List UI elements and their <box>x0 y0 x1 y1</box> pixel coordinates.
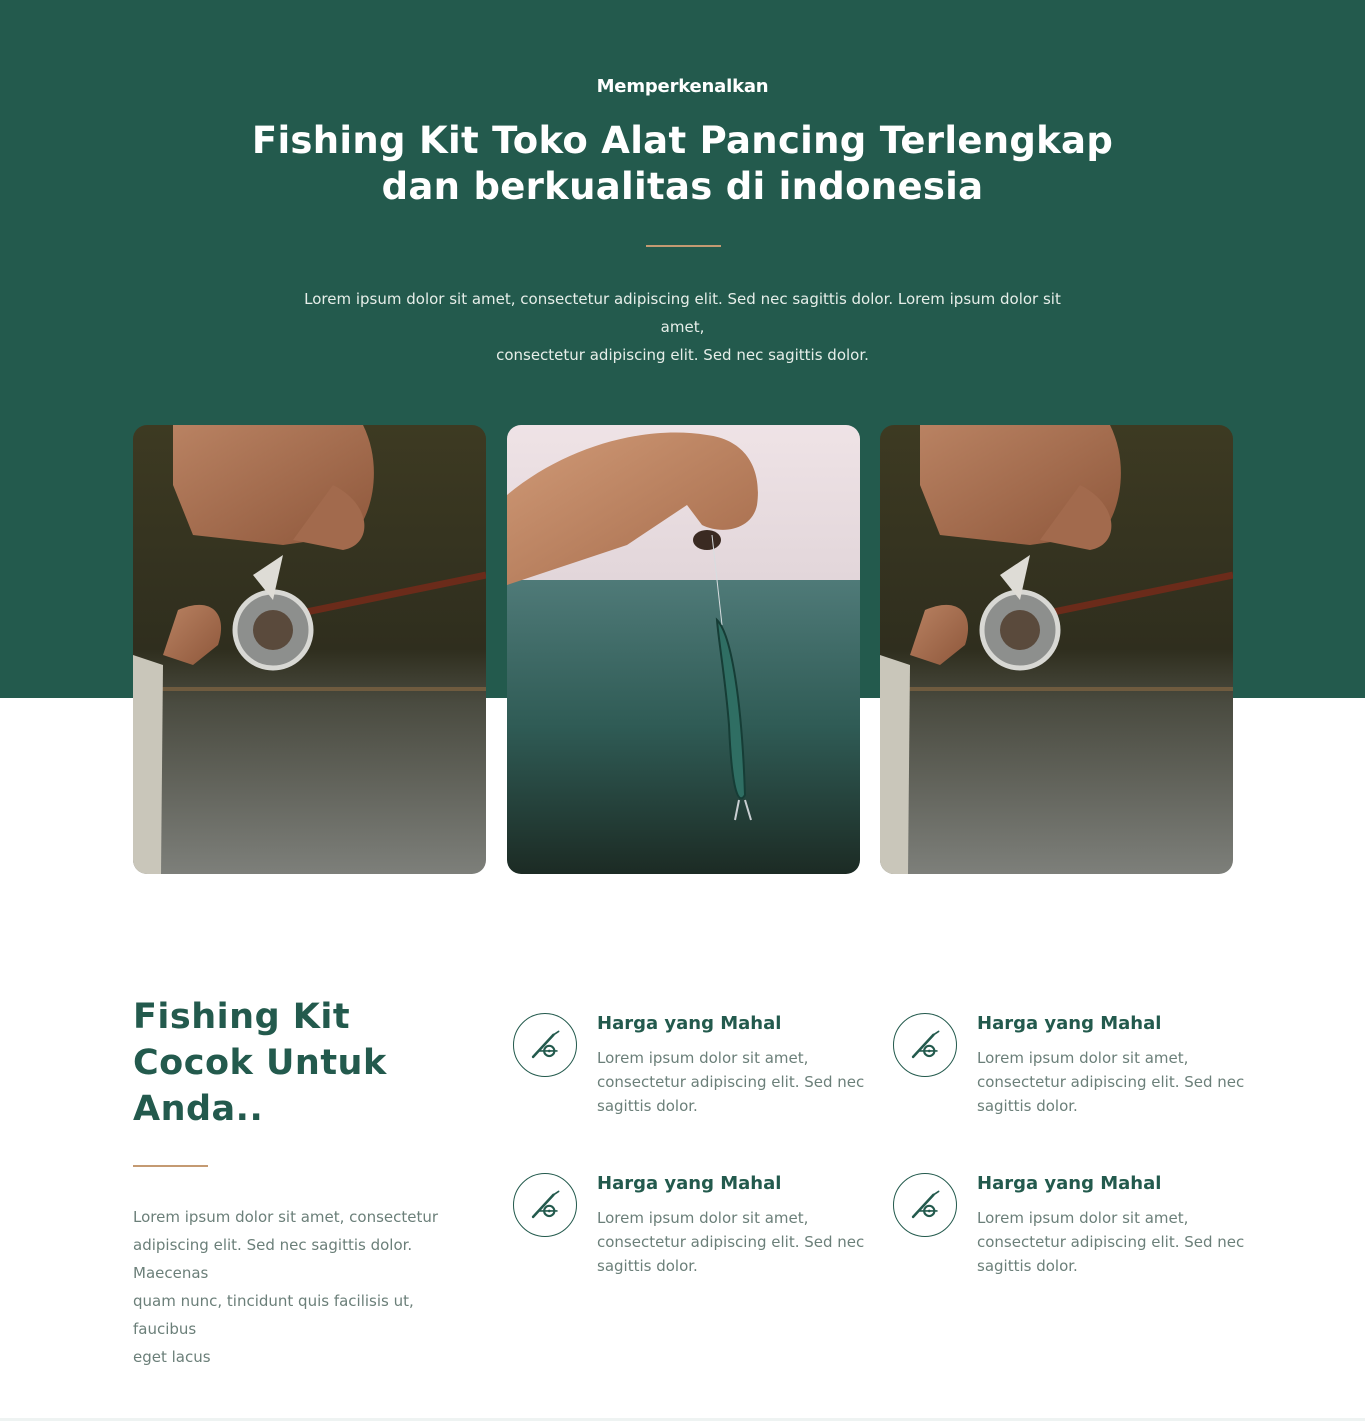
features-title: Fishing Kit Cocok Untuk Anda.. <box>133 994 493 1132</box>
features-description-line: Lorem ipsum dolor sit amet, consectetur <box>133 1208 439 1226</box>
fishing-rod-icon <box>513 1013 577 1077</box>
feature-card-text-line: consectetur adipiscing elit. Sed nec <box>977 1233 1245 1251</box>
fishing-lure-over-sea-photo <box>507 425 860 874</box>
feature-card-text-line: consectetur adipiscing elit. Sed nec <box>977 1073 1245 1091</box>
feature-card-title: Harga yang Mahal <box>977 1013 1162 1034</box>
hero-eyebrow: Memperkenalkan <box>596 76 769 97</box>
feature-card-text-line: consectetur adipiscing elit. Sed nec <box>597 1233 865 1251</box>
fishing-reel-photo <box>880 425 1233 874</box>
feature-card-title: Harga yang Mahal <box>597 1173 782 1194</box>
feature-card-text: Lorem ipsum dolor sit amet, consectetur … <box>597 1206 867 1278</box>
feature-card-text-line: consectetur adipiscing elit. Sed nec <box>597 1073 865 1091</box>
hero-title-line: Fishing Kit Toko Alat Pancing Terlengkap <box>251 119 1114 162</box>
features-description-line: adipiscing elit. Sed nec sagittis dolor.… <box>133 1236 413 1282</box>
hero-description-line: Lorem ipsum dolor sit amet, consectetur … <box>304 290 1061 336</box>
feature-card-title: Harga yang Mahal <box>597 1013 782 1034</box>
feature-card-text: Lorem ipsum dolor sit amet, consectetur … <box>977 1206 1247 1278</box>
fishing-reel-photo <box>133 425 486 874</box>
feature-card-text-line: sagittis dolor. <box>977 1257 1078 1275</box>
fishing-rod-icon <box>893 1173 957 1237</box>
feature-card-text-line: Lorem ipsum dolor sit amet, <box>597 1209 809 1227</box>
feature-card-text: Lorem ipsum dolor sit amet, consectetur … <box>597 1046 867 1118</box>
feature-card-text-line: sagittis dolor. <box>977 1097 1078 1115</box>
feature-card-text-line: sagittis dolor. <box>597 1097 698 1115</box>
feature-card-text-line: Lorem ipsum dolor sit amet, <box>597 1049 809 1067</box>
hero-description-line: consectetur adipiscing elit. Sed nec sag… <box>496 346 869 364</box>
feature-card: Harga yang Mahal Lorem ipsum dolor sit a… <box>513 1013 864 1133</box>
feature-card-text-line: Lorem ipsum dolor sit amet, <box>977 1209 1189 1227</box>
hero-title-line: dan berkualitas di indonesia <box>381 165 984 208</box>
feature-card-text: Lorem ipsum dolor sit amet, consectetur … <box>977 1046 1247 1118</box>
hero-divider <box>646 245 721 247</box>
fishing-rod-icon <box>513 1173 577 1237</box>
feature-card: Harga yang Mahal Lorem ipsum dolor sit a… <box>893 1173 1244 1293</box>
features-title-line: Cocok Untuk <box>133 1043 387 1083</box>
feature-card-text-line: sagittis dolor. <box>597 1257 698 1275</box>
feature-card-text-line: Lorem ipsum dolor sit amet, <box>977 1049 1189 1067</box>
feature-card: Harga yang Mahal Lorem ipsum dolor sit a… <box>513 1173 864 1293</box>
features-title-line: Fishing Kit <box>133 997 351 1037</box>
features-description: Lorem ipsum dolor sit amet, consectetur … <box>133 1203 478 1371</box>
features-description-line: eget lacus <box>133 1348 211 1366</box>
features-title-line: Anda.. <box>133 1089 264 1129</box>
features-divider <box>133 1165 208 1167</box>
hero-description: Lorem ipsum dolor sit amet, consectetur … <box>282 285 1083 369</box>
fishing-rod-icon <box>893 1013 957 1077</box>
features-description-line: quam nunc, tincidunt quis facilisis ut, … <box>133 1292 414 1338</box>
feature-card: Harga yang Mahal Lorem ipsum dolor sit a… <box>893 1013 1244 1133</box>
hero-title: Fishing Kit Toko Alat Pancing Terlengkap… <box>232 118 1133 210</box>
feature-card-title: Harga yang Mahal <box>977 1173 1162 1194</box>
